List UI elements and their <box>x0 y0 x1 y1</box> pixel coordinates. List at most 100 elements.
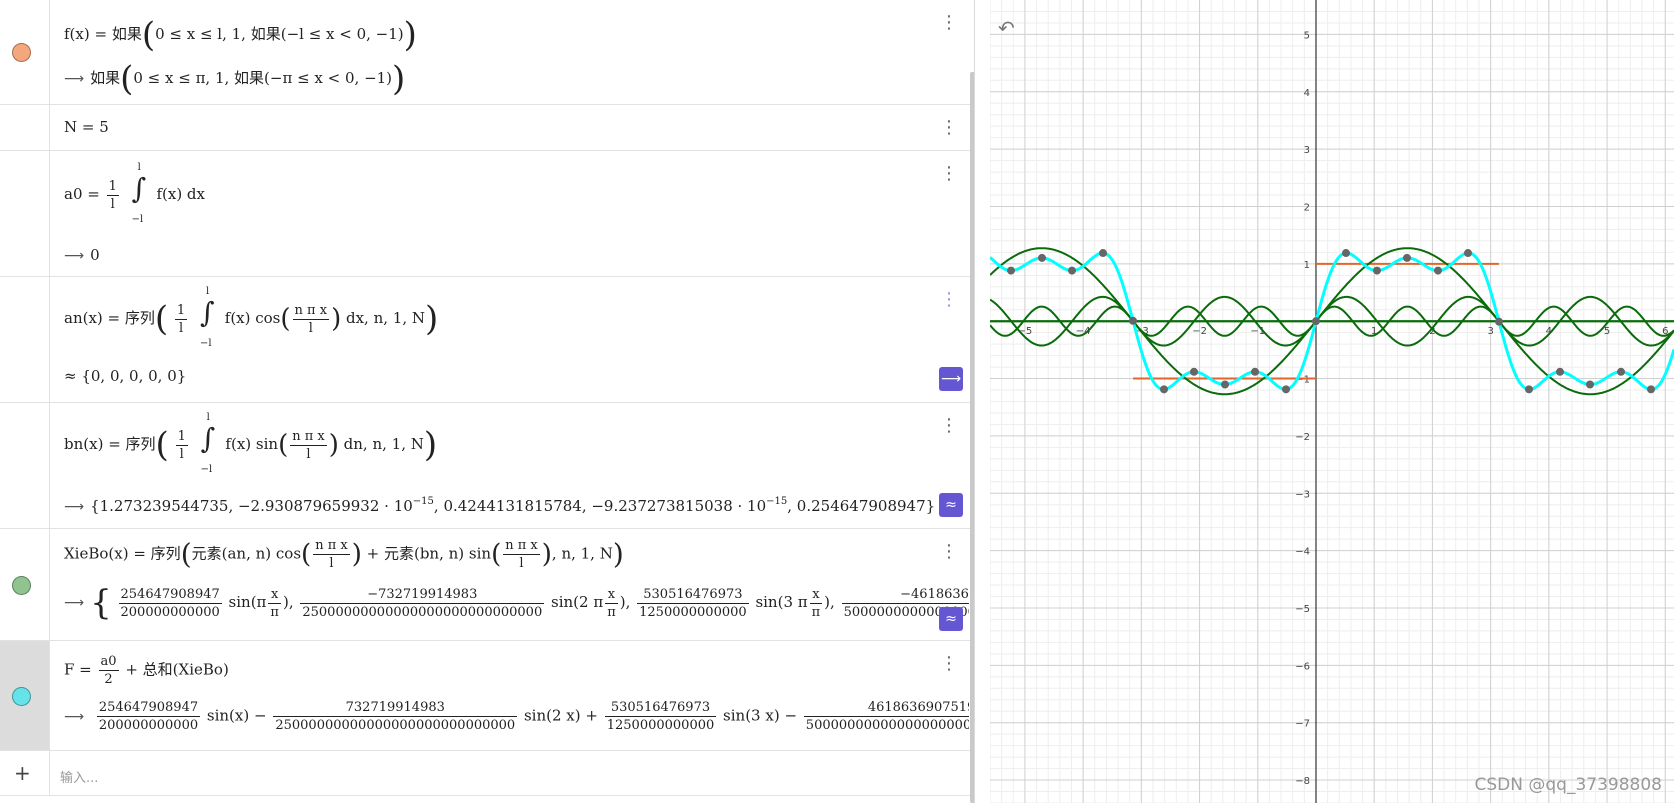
result-body: 0 ≤ x ≤ π, 1, 如果(−π ≤ x < 0, −1) <box>133 69 393 87</box>
def-head: bn(x) = 序列 <box>64 435 156 453</box>
inner-fraction: n π xl <box>290 430 327 461</box>
algebra-row-an[interactable]: an(x) = 序列( 1l l ∫ −l f(x) cos(n π x l) dx,… <box>0 277 974 403</box>
integral-sign: l ∫ −l <box>130 163 148 225</box>
more-menu-icon[interactable]: ⋮ <box>940 417 958 435</box>
extremum-point <box>1495 317 1503 326</box>
more-menu-icon[interactable]: ⋮ <box>940 655 958 673</box>
frac-num: 530516476973 <box>643 586 743 602</box>
x-over-pi: xπ <box>605 588 618 619</box>
visibility-marble-f[interactable] <box>12 43 31 62</box>
marble-column <box>0 277 50 402</box>
coef-3: 530516476973 1250000000000 <box>637 588 749 619</box>
coef-3: 530516476973 1250000000000 <box>604 701 717 732</box>
frac-den: l <box>174 318 188 335</box>
frac-num: 530516476973 <box>610 701 711 715</box>
algebra-row-f[interactable]: f(x) = 如果(0 ≤ x ≤ l, 1, 如果(−l ≤ x < 0, −… <box>0 0 974 105</box>
frac-den: l <box>503 554 540 570</box>
output-toggle-button[interactable]: ≈ <box>939 493 963 517</box>
definition-bn[interactable]: bn(x) = 序列( 1l l ∫ −l f(x) sin(n π x l) dn,… <box>64 413 437 475</box>
y-tick-label: 3 <box>1304 145 1310 156</box>
result-arrow-icon: ⟶ <box>64 248 85 264</box>
plot-canvas[interactable]: −5 −4 −3 −2 −1 1 2 3 4 5 654321−1−2−3−4−5−6−7−8 <box>990 0 1674 803</box>
def-head: XieBo(x) = 序列 <box>64 544 181 563</box>
extremum-point <box>1434 266 1442 275</box>
inner-fraction: n π xl <box>313 539 350 570</box>
algebra-row-bn[interactable]: bn(x) = 序列( 1l l ∫ −l f(x) sin(n π x l) dn,… <box>0 403 974 529</box>
scrollbar[interactable] <box>970 72 974 803</box>
x-over-pi: xπ <box>809 586 823 619</box>
def-head: f(x) = 如果 <box>64 25 142 43</box>
result-arrow-icon: ⟶ <box>64 595 85 611</box>
term-2: sin(2 π <box>551 593 604 611</box>
more-menu-icon[interactable]: ⋮ <box>940 14 958 32</box>
y-tick-label: −7 <box>1295 719 1310 730</box>
definition-F[interactable]: F = a0 2 + 总和(XieBo) <box>64 655 229 686</box>
more-menu-icon[interactable]: ⋮ <box>940 165 958 183</box>
visibility-marble-XieBo[interactable] <box>12 575 31 595</box>
undo-icon[interactable]: ↶ <box>998 16 1015 40</box>
y-tick-label: −8 <box>1295 776 1310 787</box>
frac-num: 732719914983 <box>345 701 445 715</box>
more-menu-icon[interactable]: ⋮ <box>940 543 958 561</box>
def-tail: + 总和(XieBo) <box>125 660 229 679</box>
y-tick-label: −3 <box>1295 489 1310 500</box>
extremum-point <box>1525 385 1533 394</box>
integrand-pre: f(x) cos <box>224 309 281 327</box>
paren-open: ( <box>301 539 312 570</box>
algebra-row-F[interactable]: F = a0 2 + 总和(XieBo) ⟶ 254647908947 200000… <box>0 641 974 751</box>
frac-num: 1 <box>108 178 117 194</box>
term-2: sin(2 x) + <box>523 706 598 725</box>
result-F: ⟶ 254647908947 200000000000 sin(x) − 7327… <box>64 701 969 732</box>
y-tick-label: −6 <box>1295 661 1310 672</box>
result-a0: ⟶ 0 <box>64 248 100 264</box>
extremum-point <box>1007 266 1015 275</box>
definition-N[interactable]: N = 5 <box>64 120 109 135</box>
result-head: 如果 <box>90 69 121 87</box>
output-toggle-button[interactable]: ≈ <box>939 607 963 631</box>
graphics-view[interactable]: −5 −4 −3 −2 −1 1 2 3 4 5 6 5 4 3 2 1 −1 −2 −3 −4 −5 −6 −7 −8 ↶ … <box>990 0 1674 803</box>
extremum-point <box>1403 253 1411 262</box>
algebra-row-a0[interactable]: a0 = 1l l ∫ −l f(x) dx ⟶ 0 ⋮ <box>0 151 974 277</box>
paren-close: ) <box>425 299 439 339</box>
marble-column <box>0 403 50 528</box>
definition-f[interactable]: f(x) = 如果(0 ≤ x ≤ l, 1, 如果(−l ≤ x < 0, −… <box>64 18 417 52</box>
definition-an[interactable]: an(x) = 序列( 1l l ∫ −l f(x) cos(n π x l) dx,… <box>64 287 439 349</box>
result-XieBo: ⟶{ 254647908947 200000000000 sin(π x π), −7… <box>64 586 969 620</box>
result-arrow-icon: ⟶ <box>64 71 85 87</box>
frac-den: π <box>605 602 618 620</box>
def-head: an(x) = 序列 <box>64 309 155 327</box>
algebra-view: f(x) = 如果(0 ≤ x ≤ l, 1, 如果(−l ≤ x < 0, −… <box>0 0 975 803</box>
more-menu-icon[interactable]: ⋮ <box>940 119 958 137</box>
frac-den: 25000000000000000000000000000 <box>273 716 518 732</box>
def-head: a0 = <box>64 185 100 203</box>
more-menu-icon[interactable]: ⋮ <box>940 291 958 309</box>
algebra-row-XieBo[interactable]: XieBo(x) = 序列(元素(an, n) cos(n π x l) + 元素… <box>0 529 974 641</box>
paren-open: ( <box>180 537 192 571</box>
frac-den: 200000000000 <box>96 716 201 732</box>
extremum-point <box>1251 367 1259 376</box>
paren-open: ( <box>491 539 502 570</box>
y-tick-label: 2 <box>1304 202 1310 213</box>
frac-num: n π x <box>294 302 328 318</box>
input-bar[interactable]: + 输入... <box>0 751 974 796</box>
input-field[interactable]: 输入... <box>60 767 98 786</box>
frac-num: x <box>812 586 820 602</box>
paren-close: ) <box>541 539 552 570</box>
algebra-row-N[interactable]: N = 5 ⋮ <box>0 105 974 151</box>
extremum-point <box>1282 385 1290 394</box>
frac-den: 2 <box>98 670 119 686</box>
add-icon[interactable]: + <box>14 761 31 785</box>
definition-a0[interactable]: a0 = 1l l ∫ −l f(x) dx <box>64 163 205 225</box>
frac-den: l <box>106 194 119 211</box>
result-exp2: −15 <box>766 496 788 507</box>
output-toggle-button[interactable]: ⟶ <box>939 367 963 391</box>
visibility-marble-F[interactable] <box>12 686 31 706</box>
extremum-point <box>1556 367 1564 376</box>
frac-den: 5000000000000000000000000000 <box>803 716 969 732</box>
inner-fraction: n π xl <box>503 539 540 570</box>
coef-4: 4618636907519500000000000000000000000000… <box>803 701 969 732</box>
int-symbol: ∫ <box>199 296 215 329</box>
fraction: 1l <box>175 430 188 461</box>
definition-XieBo[interactable]: XieBo(x) = 序列(元素(an, n) cos(n π x l) + 元素… <box>64 539 624 570</box>
frac-num: n π x <box>505 538 538 553</box>
